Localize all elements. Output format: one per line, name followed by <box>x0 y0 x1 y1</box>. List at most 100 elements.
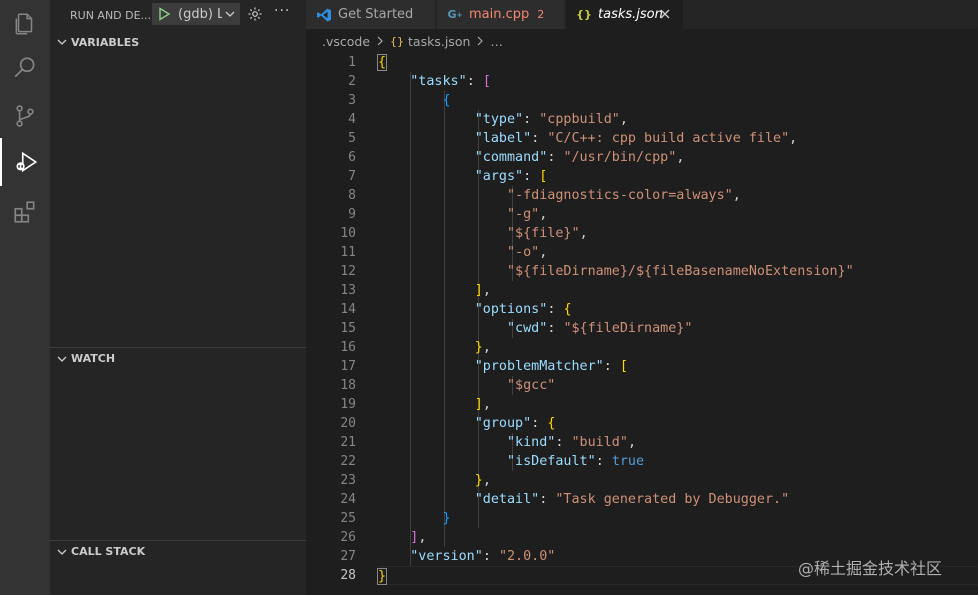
call-stack-section-header[interactable]: CALL STACK <box>50 540 306 562</box>
line-number: 14 <box>340 302 356 317</box>
code-line: "cwd": "${fileDirname}" <box>507 321 693 336</box>
line-number: 27 <box>340 549 356 564</box>
debug-configuration-label: (gdb) L <box>178 6 222 22</box>
code-line: "detail": "Task generated by Debugger." <box>474 492 790 507</box>
gear-icon[interactable] <box>247 6 263 22</box>
line-number: 9 <box>348 207 356 222</box>
line-number: 5 <box>348 131 356 146</box>
breadcrumb-file[interactable]: tasks.json <box>408 34 470 49</box>
line-number-current: 28 <box>340 568 356 583</box>
code-line: "type": "cppbuild", <box>474 112 628 127</box>
code-line: "-o", <box>507 245 548 260</box>
json-boolean: true <box>611 454 645 469</box>
json-string: "/usr/bin/cpp" <box>563 150 677 165</box>
explorer-icon[interactable] <box>0 0 50 48</box>
vscode-icon <box>316 7 332 23</box>
code-line: "-g", <box>507 207 548 222</box>
json-string: "Task generated by Debugger." <box>555 492 790 507</box>
extensions-icon[interactable] <box>0 188 50 236</box>
json-key: "isDefault" <box>507 454 596 469</box>
code-editor[interactable]: 1 2 3 4 5 6 7 8 9 10 11 12 13 14 15 16 1… <box>306 53 978 595</box>
open-brace: { <box>376 54 388 71</box>
line-number: 16 <box>340 340 356 355</box>
code-line: { <box>376 53 978 72</box>
line-number: 7 <box>348 169 356 184</box>
code-line: "options": { <box>474 302 572 317</box>
activity-bar <box>0 0 50 595</box>
tab-label: tasks.json <box>598 7 663 22</box>
code-line: "${fileDirname}/${fileBasenameNoExtensio… <box>378 262 978 281</box>
line-number: 10 <box>340 226 356 241</box>
code-line: "label": "C/C++: cpp build active file", <box>474 131 798 146</box>
code-lines[interactable]: { "tasks": [ { "type": "cppbuild", "labe… <box>376 53 978 585</box>
search-icon[interactable] <box>0 44 50 92</box>
chevron-down-icon <box>57 356 67 362</box>
json-key: "group" <box>474 416 532 431</box>
source-control-icon[interactable] <box>0 92 50 140</box>
code-line: ], <box>410 530 427 545</box>
debug-configuration-select[interactable]: (gdb) L <box>152 3 240 25</box>
json-key: "detail" <box>474 492 540 507</box>
watch-section-header[interactable]: WATCH <box>50 347 306 369</box>
json-key: "label" <box>474 131 532 146</box>
code-line: { <box>442 93 451 108</box>
json-key: "command" <box>474 150 548 165</box>
run-and-debug-icon[interactable] <box>0 138 50 186</box>
line-number: 24 <box>340 492 356 507</box>
code-line: "tasks": [ <box>410 74 491 89</box>
sidebar-title: RUN AND DE... <box>70 8 150 22</box>
problems-count-badge: 2 <box>537 8 545 21</box>
tab-get-started[interactable]: Get Started <box>306 0 436 29</box>
line-number: 8 <box>348 188 356 203</box>
section-label: WATCH <box>71 352 116 365</box>
code-line: ], <box>474 397 491 412</box>
line-number: 18 <box>340 378 356 393</box>
json-string: "C/C++: cpp build active file" <box>547 131 790 146</box>
debug-sidebar: RUN AND DE... (gdb) L ··· VARIABLES WATC… <box>50 0 306 595</box>
editor-tabs: Get Started G + main.cpp 2 {} tasks.json <box>306 0 978 29</box>
line-number: 3 <box>348 93 356 108</box>
json-key: "cwd" <box>507 321 548 336</box>
chevron-right-icon <box>377 36 383 46</box>
json-string: "${file}" <box>507 226 580 241</box>
code-line: "kind": "build", <box>507 435 636 450</box>
line-number: 26 <box>340 530 356 545</box>
code-line: "problemMatcher": [ <box>474 359 628 374</box>
code-line: }, <box>474 340 491 355</box>
json-string: "${fileDirname}" <box>563 321 693 336</box>
json-key: "options" <box>474 302 548 317</box>
line-number: 12 <box>340 264 356 279</box>
line-number: 17 <box>340 359 356 374</box>
code-line: "group": { <box>474 416 556 431</box>
json-key: "tasks" <box>410 74 467 89</box>
json-string: "build" <box>571 435 628 450</box>
json-string: "cppbuild" <box>539 112 620 127</box>
code-line: } <box>442 511 451 526</box>
code-line: "${file}", <box>507 226 588 241</box>
close-icon[interactable] <box>657 6 673 22</box>
more-actions-icon[interactable]: ··· <box>274 3 290 19</box>
section-label: VARIABLES <box>71 35 140 49</box>
line-number: 4 <box>348 112 356 127</box>
line-number: 1 <box>348 55 356 70</box>
chevron-down-icon <box>225 11 235 17</box>
variables-section-header[interactable]: VARIABLES <box>50 31 306 53</box>
tab-label: Get Started <box>338 7 414 22</box>
json-key: "type" <box>474 112 524 127</box>
code-line: "isDefault": true <box>507 454 645 469</box>
json-key: "args" <box>474 169 524 184</box>
breadcrumb-folder[interactable]: .vscode <box>322 34 370 49</box>
json-key: "kind" <box>507 435 556 450</box>
close-brace: } <box>376 568 388 585</box>
breadcrumb: .vscode {} tasks.json … <box>306 29 978 53</box>
line-number: 21 <box>340 435 356 450</box>
breadcrumb-symbol[interactable]: … <box>490 34 503 49</box>
code-line: }, <box>474 473 491 488</box>
cpp-icon: G + <box>447 8 463 21</box>
json-key: "problemMatcher" <box>474 359 604 374</box>
section-label: CALL STACK <box>71 545 146 558</box>
start-debugging-icon[interactable] <box>156 6 172 22</box>
tab-main-cpp[interactable]: G + main.cpp 2 <box>437 0 565 29</box>
tab-tasks-json[interactable]: {} tasks.json <box>566 0 684 29</box>
line-number: 2 <box>348 74 356 89</box>
